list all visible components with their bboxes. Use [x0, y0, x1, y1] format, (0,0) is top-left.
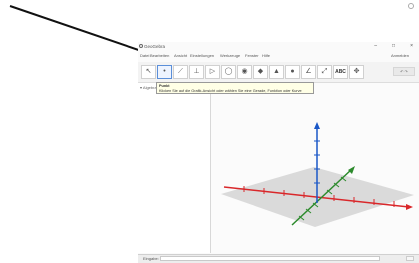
- point-tool-button[interactable]: •: [157, 65, 172, 79]
- tool-tooltip: Punkt Klicken Sie auf die Grafik-Ansicht…: [156, 82, 314, 94]
- perpendicular-tool-button[interactable]: ⊥: [189, 65, 204, 79]
- pyramid-tool-icon: ▲: [273, 68, 280, 75]
- move-tool-icon: ↖: [145, 68, 152, 75]
- perpendicular-tool-icon: ⊥: [193, 68, 200, 75]
- polygon-tool-icon: ▷: [209, 68, 216, 75]
- sphere-tool-button[interactable]: ●: [285, 65, 300, 79]
- menu-bearbeiten[interactable]: Bearbeiten: [150, 53, 169, 58]
- window-title: GeoGebra: [144, 44, 166, 49]
- text-tool-icon: ABC: [335, 69, 346, 75]
- menu-datei[interactable]: Datei: [140, 53, 149, 58]
- y-axis-arrowhead: [348, 166, 355, 174]
- view-tool-button[interactable]: ✥: [349, 65, 364, 79]
- text-tool-button[interactable]: ABC: [333, 65, 348, 79]
- graphics-3d-view[interactable]: [211, 83, 419, 253]
- menu-fenster[interactable]: Fenster: [245, 53, 259, 58]
- sphere-tool-icon: ●: [290, 68, 295, 75]
- view-tool-icon: ✥: [353, 68, 360, 75]
- x-axis-arrowhead: [406, 204, 413, 210]
- reflect-tool-icon: ⤢: [321, 68, 328, 75]
- point-tool-icon: •: [163, 68, 166, 75]
- algebra-view-header[interactable]: ▾ Algebra: [140, 85, 157, 90]
- menu-hilfe[interactable]: Hilfe: [262, 53, 270, 58]
- intersect-tool-icon: ◉: [241, 68, 248, 75]
- intersect-tool-button[interactable]: ◉: [237, 65, 252, 79]
- undo-redo-controls[interactable]: ↶ ↷: [393, 67, 415, 76]
- circle-tool-icon: ◯: [224, 68, 233, 75]
- geogebra-app-icon: [139, 44, 143, 48]
- line-tool-button[interactable]: ⟋: [173, 65, 188, 79]
- sign-in-link[interactable]: Anmelden: [391, 53, 409, 58]
- reflect-tool-button[interactable]: ⤢: [317, 65, 332, 79]
- toolbar: ↖ • ⟋ ⊥ ▷ ◯ ◉ ◆ ▲ ● ∠ ⤢ ABC ✥ ↶ ↷: [138, 62, 419, 83]
- menu-bar: Datei Bearbeiten Ansicht Einstellungen W…: [138, 52, 419, 60]
- menu-ansicht[interactable]: Ansicht: [174, 53, 187, 58]
- z-axis-arrowhead: [314, 122, 320, 129]
- input-help-button[interactable]: [406, 256, 414, 261]
- minimize-button[interactable]: –: [374, 43, 377, 49]
- plane-tool-button[interactable]: ◆: [253, 65, 268, 79]
- graphics-3d-canvas: [221, 122, 414, 227]
- algebra-view[interactable]: ▾ Algebra: [138, 83, 211, 253]
- tooltip-text: Klicken Sie auf die Grafik-Ansicht oder …: [159, 88, 302, 93]
- edge-mark: [408, 3, 414, 9]
- angle-tool-icon: ∠: [305, 68, 312, 75]
- maximize-button[interactable]: □: [392, 43, 395, 49]
- pyramid-tool-button[interactable]: ▲: [269, 65, 284, 79]
- line-tool-icon: ⟋: [178, 68, 183, 75]
- title-bar: GeoGebra – □ ×: [138, 42, 419, 51]
- polygon-tool-button[interactable]: ▷: [205, 65, 220, 79]
- move-tool-button[interactable]: ↖: [141, 65, 156, 79]
- angle-tool-button[interactable]: ∠: [301, 65, 316, 79]
- menu-einstellungen[interactable]: Einstellungen: [190, 53, 214, 58]
- geogebra-window: GeoGebra – □ × Datei Bearbeiten Ansicht …: [138, 42, 419, 263]
- input-label: Eingabe:: [143, 256, 159, 261]
- menu-werkzeuge[interactable]: Werkzeuge: [220, 53, 240, 58]
- circle-tool-button[interactable]: ◯: [221, 65, 236, 79]
- plane-tool-icon: ◆: [257, 68, 264, 75]
- undo-redo-icon: ↶ ↷: [400, 69, 408, 74]
- close-button[interactable]: ×: [410, 43, 413, 49]
- input-field[interactable]: [160, 256, 380, 261]
